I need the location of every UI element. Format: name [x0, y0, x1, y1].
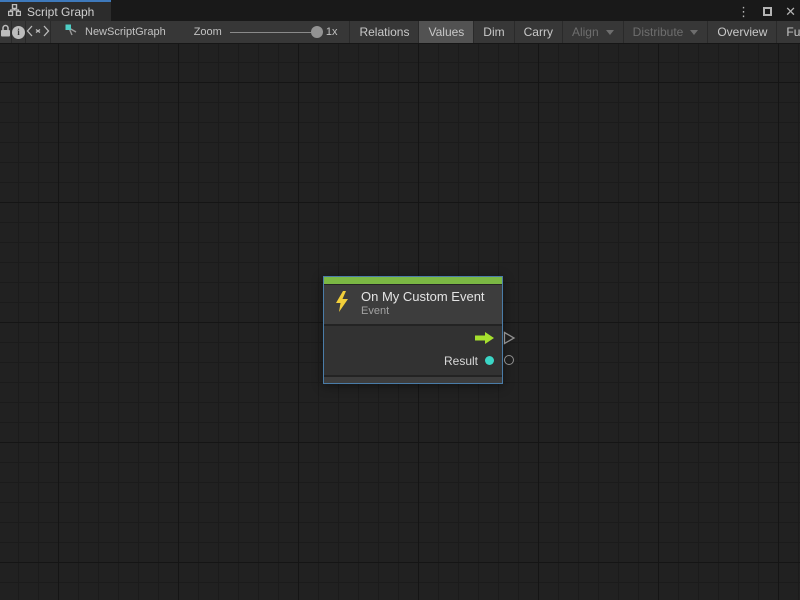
- node-title-block: On My Custom Event Event: [361, 289, 485, 318]
- node-subtitle: Event: [361, 305, 485, 318]
- angle-brackets-x-icon: [26, 25, 50, 40]
- align-button-label: Align: [572, 25, 599, 39]
- variables-toggle-button[interactable]: [26, 21, 51, 43]
- script-graph-asset-icon: [65, 24, 78, 40]
- graph-breadcrumb[interactable]: NewScriptGraph: [51, 21, 180, 43]
- window-controls: ⋮ ✕: [737, 2, 796, 21]
- tab-label: Script Graph: [27, 5, 94, 19]
- values-button-label: Values: [428, 25, 464, 39]
- graph-hierarchy-icon: [8, 4, 21, 19]
- dim-button[interactable]: Dim: [473, 21, 513, 43]
- relations-button-label: Relations: [359, 25, 409, 39]
- chevron-down-icon: [606, 30, 614, 35]
- external-value-port-circle-icon[interactable]: [504, 355, 514, 365]
- node-title: On My Custom Event: [361, 289, 485, 305]
- graph-toolbar: i NewScriptGraph Zoom 1x Relations: [0, 21, 800, 44]
- close-icon[interactable]: ✕: [785, 5, 796, 18]
- lock-icon: [0, 24, 11, 40]
- event-node-on-my-custom-event[interactable]: On My Custom Event Event Result: [323, 276, 503, 384]
- node-body: Result: [324, 324, 502, 375]
- lock-button[interactable]: [0, 21, 12, 43]
- chevron-down-icon: [690, 30, 698, 35]
- relations-button[interactable]: Relations: [349, 21, 418, 43]
- fullscreen-button-label: Full Screen: [786, 25, 800, 39]
- flow-arrow-icon: [475, 331, 494, 349]
- graph-name-label: NewScriptGraph: [85, 26, 166, 38]
- zoom-slider[interactable]: [230, 32, 318, 33]
- overview-button[interactable]: Overview: [707, 21, 776, 43]
- values-button[interactable]: Values: [418, 21, 473, 43]
- info-button[interactable]: i: [12, 21, 26, 43]
- zoom-value: 1x: [326, 26, 338, 38]
- tab-script-graph[interactable]: Script Graph: [0, 2, 111, 21]
- maximize-icon[interactable]: [763, 7, 772, 16]
- node-header[interactable]: On My Custom Event Event: [324, 285, 502, 324]
- zoom-slider-handle[interactable]: [311, 26, 323, 38]
- result-port-label: Result: [444, 354, 478, 368]
- external-flow-port-triangle-icon[interactable]: [503, 331, 516, 350]
- zoom-label: Zoom: [194, 26, 222, 38]
- distribute-button-label: Distribute: [633, 25, 684, 39]
- result-output-port-row[interactable]: Result: [324, 350, 502, 371]
- align-dropdown-button[interactable]: Align: [562, 21, 623, 43]
- carry-button[interactable]: Carry: [514, 21, 562, 43]
- graph-canvas[interactable]: On My Custom Event Event Result: [0, 44, 800, 600]
- fullscreen-button[interactable]: Full Screen: [776, 21, 800, 43]
- dim-button-label: Dim: [483, 25, 504, 39]
- distribute-dropdown-button[interactable]: Distribute: [623, 21, 708, 43]
- window-menu-icon[interactable]: ⋮: [737, 5, 750, 18]
- carry-button-label: Carry: [524, 25, 553, 39]
- value-port-dot-icon[interactable]: [485, 356, 494, 365]
- tab-strip: Script Graph ⋮ ✕: [0, 0, 800, 21]
- toolbar-button-group: Relations Values Dim Carry Align Distrib…: [349, 21, 800, 43]
- node-event-color-bar: [324, 277, 502, 285]
- info-icon: i: [12, 26, 25, 39]
- flow-output-port-row[interactable]: [324, 329, 502, 350]
- zoom-control: Zoom 1x: [194, 21, 338, 43]
- node-footer: [324, 375, 502, 383]
- lightning-bolt-icon: [334, 291, 350, 317]
- overview-button-label: Overview: [717, 25, 767, 39]
